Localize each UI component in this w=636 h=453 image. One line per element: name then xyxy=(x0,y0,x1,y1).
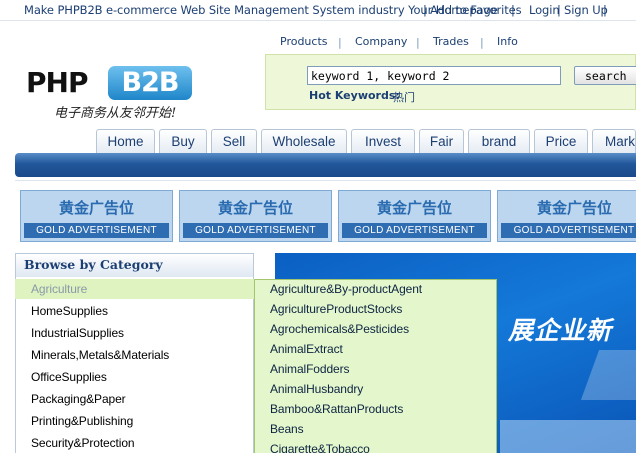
ad-subtitle: GOLD ADVERTISEMENT xyxy=(24,223,169,238)
category-item-minerals[interactable]: Minerals,Metals&Materials xyxy=(31,348,169,362)
subcategory-item[interactable]: Bamboo&RattanProducts xyxy=(270,402,403,416)
search-tab-info[interactable]: Info xyxy=(497,35,518,48)
category-item-security[interactable]: Security&Protection xyxy=(31,436,135,450)
search-tab-trades[interactable]: Trades xyxy=(433,35,469,48)
subcategory-item[interactable]: Agrochemicals&Pesticides xyxy=(270,322,409,336)
category-item-printing[interactable]: Printing&Publishing xyxy=(31,414,133,428)
search-tab-separator: | xyxy=(480,36,484,49)
hot-keyword-link[interactable]: 热门 xyxy=(393,89,415,105)
nav-tab-price[interactable]: Price xyxy=(534,129,588,154)
top-separator: | xyxy=(603,3,607,17)
subcategory-item[interactable]: AnimalFodders xyxy=(270,362,350,376)
ad-subtitle: GOLD ADVERTISEMENT xyxy=(342,223,487,238)
top-separator: | xyxy=(423,3,427,17)
hot-keywords-label: Hot Keywords: xyxy=(309,89,400,102)
subcategory-item[interactable]: AnimalHusbandry xyxy=(270,382,363,396)
nav-tab-invest[interactable]: Invest xyxy=(351,129,415,154)
site-logo[interactable]: PHP B2B 电子商务从友邻开始! xyxy=(26,66,196,122)
ad-subtitle: GOLD ADVERTISEMENT xyxy=(501,223,636,238)
gold-ad-slot[interactable]: 黄金广告位 GOLD ADVERTISEMENT xyxy=(338,190,491,242)
ad-title: 黄金广告位 xyxy=(536,199,612,217)
nav-tab-fair[interactable]: Fair xyxy=(419,129,464,154)
subcategory-item[interactable]: AnimalExtract xyxy=(270,342,343,356)
ad-title: 黄金广告位 xyxy=(217,199,293,217)
keyword-search-input[interactable] xyxy=(307,66,561,85)
search-tab-separator: | xyxy=(416,36,420,49)
nav-tab-market[interactable]: Marke xyxy=(592,129,636,154)
subcategory-item[interactable]: Cigarette&Tobacco xyxy=(270,442,370,453)
nav-tab-sell[interactable]: Sell xyxy=(211,129,257,154)
top-separator: | xyxy=(511,3,515,17)
category-item-packaging[interactable]: Packaging&Paper xyxy=(31,392,126,406)
subcategory-item[interactable]: Beans xyxy=(270,422,304,436)
signup-link[interactable]: Sign Up xyxy=(564,3,608,17)
gold-ad-slot[interactable]: 黄金广告位 GOLD ADVERTISEMENT xyxy=(497,190,636,242)
logo-php-text: PHP xyxy=(26,66,88,99)
search-tab-company[interactable]: Company xyxy=(355,35,407,48)
ad-subtitle: GOLD ADVERTISEMENT xyxy=(183,223,328,238)
category-item-officesupplies[interactable]: OfficeSupplies xyxy=(31,370,107,384)
nav-bar xyxy=(15,153,636,177)
gold-ad-slot[interactable]: 黄金广告位 GOLD ADVERTISEMENT xyxy=(20,190,173,242)
search-button[interactable]: search xyxy=(574,66,636,85)
nav-divider xyxy=(15,180,636,181)
add-to-favorites-link[interactable]: Add to Favorites xyxy=(430,3,522,17)
search-tab-products[interactable]: Products xyxy=(280,35,328,48)
nav-tab-home[interactable]: Home xyxy=(96,129,155,154)
subcategory-item[interactable]: Agriculture&By-productAgent xyxy=(270,282,422,296)
ad-title: 黄金广告位 xyxy=(376,199,452,217)
category-title: Browse by Category xyxy=(24,257,163,272)
ad-title: 黄金广告位 xyxy=(58,199,134,217)
search-tab-separator: | xyxy=(338,36,342,49)
category-item-industrialsupplies[interactable]: IndustrialSupplies xyxy=(31,326,124,340)
banner-text: 展企业新 xyxy=(508,316,613,345)
top-bar: Make PHPB2B e-commerce Web Site Manageme… xyxy=(0,0,636,21)
gold-ad-slot[interactable]: 黄金广告位 GOLD ADVERTISEMENT xyxy=(179,190,332,242)
nav-tab-buy[interactable]: Buy xyxy=(159,129,207,154)
category-item-homesupplies[interactable]: HomeSupplies xyxy=(31,304,108,318)
nav-tab-brand[interactable]: brand xyxy=(468,129,530,154)
subcategory-item[interactable]: AgricultureProductStocks xyxy=(270,302,402,316)
category-item-agriculture[interactable]: Agriculture xyxy=(31,282,87,296)
banner-decoration xyxy=(500,420,636,453)
top-separator: | xyxy=(557,3,561,17)
logo-b2b-badge: B2B xyxy=(108,66,192,100)
nav-tab-wholesale[interactable]: Wholesale xyxy=(261,129,347,154)
logo-slogan: 电子商务从友邻开始! xyxy=(54,106,177,121)
login-link[interactable]: Login xyxy=(529,3,560,17)
